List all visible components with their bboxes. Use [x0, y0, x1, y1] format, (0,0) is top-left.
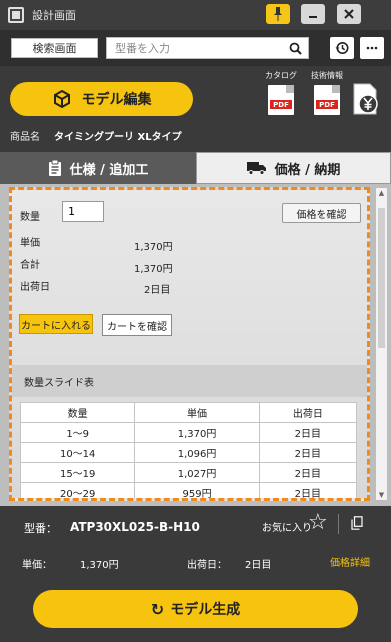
model-number-input[interactable]: [107, 39, 277, 57]
generate-area: ↻ モデル生成: [0, 584, 391, 642]
tab-price-label: 価格 / 納期: [274, 162, 341, 178]
column-header: 出荷日: [258, 402, 358, 423]
generate-model-button[interactable]: ↻ モデル生成: [33, 590, 358, 628]
search-screen-button[interactable]: 検索画面: [11, 38, 98, 58]
copy-icon[interactable]: [351, 516, 363, 530]
model-number: ATP30XL025-B-H10: [70, 520, 200, 534]
total-label: 合計: [20, 260, 40, 271]
model-number-label: 型番：: [24, 522, 57, 535]
star-icon[interactable]: ☆: [308, 512, 328, 534]
table-cell: 2日目: [258, 462, 358, 483]
scroll-down-icon[interactable]: ▼: [376, 491, 387, 499]
search-icon: [289, 42, 302, 55]
price-panel-frame: 数量 価格を確認 単価 1,370円 合計 1,370円 出荷日 2日目 カート…: [9, 187, 370, 501]
tech-info-label: 技術情報: [311, 71, 343, 80]
product-name: タイミングプーリ XLタイプ: [54, 132, 182, 143]
table-cell: 2日目: [258, 442, 358, 463]
view-cart-button[interactable]: カートを確認: [102, 314, 172, 336]
product-name-label: 商品名: [10, 132, 40, 143]
column-header: 単価: [134, 402, 260, 423]
more-button[interactable]: [360, 37, 384, 59]
table-cell: 15〜19: [19, 462, 136, 483]
unit-price-value: 1,370円: [134, 242, 173, 253]
pdf-icon: PDF: [268, 85, 294, 115]
table-cell: 20〜29: [19, 482, 136, 498]
search-box: [106, 37, 309, 59]
app-icon: [8, 7, 24, 23]
favorite-label: お気に入り: [262, 523, 312, 534]
model-edit-label: モデル編集: [81, 92, 152, 108]
generate-model-label: モデル生成: [170, 602, 241, 618]
quantity-label: 数量: [20, 212, 40, 223]
price-detail-link[interactable]: 価格詳細: [330, 554, 370, 569]
table-cell: 2日目: [258, 422, 358, 443]
total-value: 1,370円: [134, 264, 173, 275]
minimize-icon: [309, 16, 317, 18]
ship-date-label: 出荷日：: [187, 560, 227, 571]
pin-button[interactable]: [266, 4, 290, 24]
table-cell: 1,027円: [134, 462, 260, 483]
title-bar: 設計画面: [0, 0, 391, 30]
column-header: 数量: [19, 402, 136, 423]
table-cell: 10〜14: [19, 442, 136, 463]
ship-date-value: 2日目: [245, 560, 272, 571]
price-panel: 数量 価格を確認 単価 1,370円 合計 1,370円 出荷日 2日目 カート…: [0, 184, 391, 506]
close-button[interactable]: [337, 4, 361, 24]
history-button[interactable]: [330, 37, 354, 59]
table-row: 20〜29 959円 2日目: [19, 482, 358, 498]
quote-document-button[interactable]: [352, 82, 380, 116]
divider: [338, 514, 339, 534]
catalog-label: カタログ: [265, 71, 297, 80]
close-icon: [344, 9, 354, 19]
unit-price-label: 単価：: [22, 560, 52, 571]
quantity-slide-title: 数量スライド表: [12, 365, 367, 397]
window-title: 設計画面: [32, 9, 76, 22]
vertical-scrollbar[interactable]: ▲ ▼: [376, 188, 387, 500]
table-cell: 1,096円: [134, 442, 260, 463]
tab-spec-label: 仕様 / 追加工: [69, 162, 149, 178]
quantity-input[interactable]: [62, 201, 104, 222]
confirm-price-button[interactable]: 価格を確認: [282, 203, 361, 223]
yen-document-icon: [353, 83, 378, 115]
add-to-cart-button[interactable]: カートに入れる: [19, 314, 93, 334]
table-cell: 1〜9: [19, 422, 136, 443]
table-cell: 2日目: [258, 482, 358, 498]
header-area: モデル編集 カタログ PDF 技術情報 PDF 商品名 タイミングプーリ XLタイ…: [0, 66, 391, 152]
quantity-slide-table: 数量 単価 出荷日 1〜9 1,370円 2日目 10〜14 1,096円 2日…: [19, 402, 358, 498]
tab-spec[interactable]: 仕様 / 追加工: [0, 152, 196, 184]
unit-price-label: 単価: [20, 238, 40, 249]
table-cell: 1,370円: [134, 422, 260, 443]
model-info-bar: 型番： ATP30XL025-B-H10 お気に入り ☆ 単価： 1,370円 …: [0, 506, 391, 584]
scroll-up-icon[interactable]: ▲: [376, 189, 387, 197]
minimize-button[interactable]: [301, 4, 325, 24]
search-submit[interactable]: [282, 38, 308, 58]
unit-price-value: 1,370円: [80, 560, 119, 571]
catalog-link[interactable]: カタログ PDF: [261, 70, 301, 115]
clipboard-icon: [48, 160, 61, 176]
table-row: 15〜19 1,027円 2日目: [19, 462, 358, 483]
cube-icon: [53, 89, 70, 109]
history-icon: [335, 42, 349, 54]
truck-icon: [246, 162, 266, 175]
table-row: 1〜9 1,370円 2日目: [19, 422, 358, 443]
ship-date-value: 2日目: [144, 285, 171, 296]
table-cell: 959円: [134, 482, 260, 498]
tech-info-link[interactable]: 技術情報 PDF: [307, 70, 347, 115]
table-header-row: 数量 単価 出荷日: [19, 402, 358, 423]
scrollbar-thumb[interactable]: [378, 208, 385, 348]
refresh-icon: ↻: [150, 599, 165, 619]
product-name-row: 商品名 タイミングプーリ XLタイプ: [10, 128, 182, 143]
search-row: 検索画面: [0, 30, 391, 66]
table-row: 10〜14 1,096円 2日目: [19, 442, 358, 463]
model-edit-button[interactable]: モデル編集: [10, 82, 193, 116]
pin-icon: [274, 7, 282, 21]
ship-date-label: 出荷日: [20, 282, 50, 293]
more-icon: [366, 46, 378, 50]
pdf-icon: PDF: [314, 85, 340, 115]
tab-price[interactable]: 価格 / 納期: [196, 152, 391, 184]
